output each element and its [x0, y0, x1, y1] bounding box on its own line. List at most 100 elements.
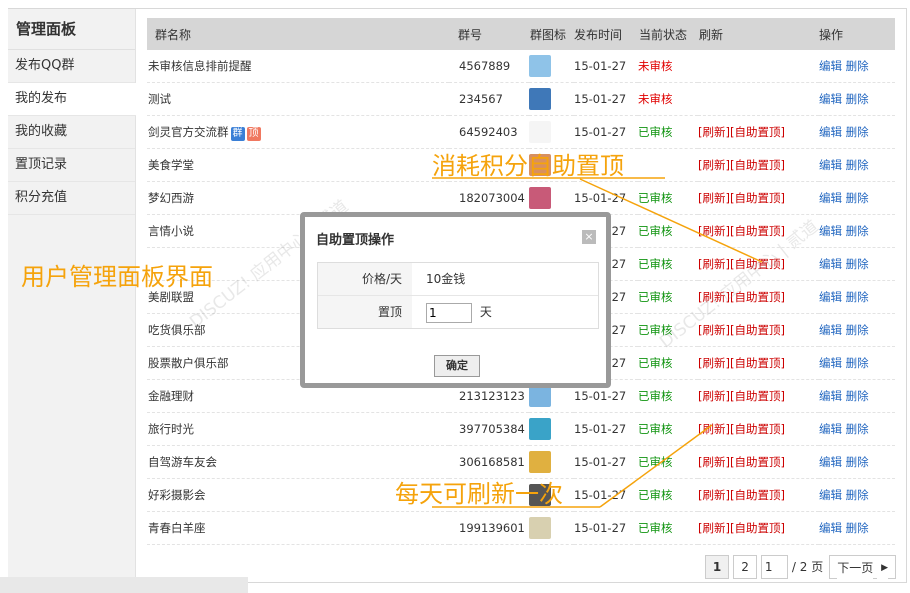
publish-date: 15-01-27: [574, 412, 638, 446]
bottom-bar: [0, 577, 248, 593]
delete-link[interactable]: 删除: [846, 323, 869, 337]
refresh-link[interactable]: [刷新]: [698, 422, 730, 436]
edit-link[interactable]: 编辑: [819, 356, 842, 370]
refresh-link[interactable]: [刷新]: [698, 191, 730, 205]
delete-link[interactable]: 删除: [846, 158, 869, 172]
edit-link[interactable]: 编辑: [819, 422, 842, 436]
edit-link[interactable]: 编辑: [819, 125, 842, 139]
group-name[interactable]: 旅行时光: [148, 422, 194, 436]
status-badge: 已审核: [638, 511, 698, 545]
delete-link[interactable]: 删除: [846, 59, 869, 73]
edit-link[interactable]: 编辑: [819, 257, 842, 271]
table-row: 剑灵官方交流群群顶 64592403 15-01-27 已审核 [刷新][自助置顶] 编辑…: [147, 115, 895, 149]
status-badge: 已审核: [638, 214, 698, 248]
self-top-link[interactable]: [自助置顶]: [730, 389, 785, 403]
callout-panel: 用户管理面板界面: [21, 263, 213, 291]
edit-link[interactable]: 编辑: [819, 92, 842, 106]
refresh-link[interactable]: [刷新]: [698, 125, 730, 139]
group-name[interactable]: 剑灵官方交流群: [148, 125, 229, 139]
page-1-button[interactable]: 1: [704, 555, 730, 579]
group-name[interactable]: 美食学堂: [148, 158, 194, 172]
edit-link[interactable]: 编辑: [819, 323, 842, 337]
edit-link[interactable]: 编辑: [819, 455, 842, 469]
edit-link[interactable]: 编辑: [819, 191, 842, 205]
col-header-refresh: 刷新: [698, 18, 819, 50]
group-name[interactable]: 好彩摄影会: [148, 488, 206, 502]
group-icon: [529, 517, 551, 539]
refresh-link[interactable]: [刷新]: [698, 224, 730, 238]
self-top-link[interactable]: [自助置顶]: [730, 158, 785, 172]
group-name[interactable]: 股票散户俱乐部: [148, 356, 229, 370]
price-row: 价格/天 10金钱: [318, 263, 598, 296]
delete-link[interactable]: 删除: [846, 389, 869, 403]
status-badge: 已审核: [638, 115, 698, 149]
edit-link[interactable]: 编辑: [819, 158, 842, 172]
edit-link[interactable]: 编辑: [819, 224, 842, 238]
edit-link[interactable]: 编辑: [819, 389, 842, 403]
days-input[interactable]: [426, 302, 472, 323]
delete-link[interactable]: 删除: [846, 488, 869, 502]
days-unit: 天: [479, 305, 492, 319]
group-name[interactable]: 未审核信息排前提醒: [148, 59, 252, 73]
sidebar-item-favorites[interactable]: 我的收藏: [8, 116, 135, 149]
publish-date: 15-01-27: [574, 50, 638, 83]
self-top-link[interactable]: [自助置顶]: [730, 191, 785, 205]
status-badge: 未审核: [638, 82, 698, 116]
page-2-button[interactable]: 2: [733, 555, 757, 579]
group-number: 234567: [449, 82, 529, 116]
self-top-link[interactable]: [自助置顶]: [730, 323, 785, 337]
edit-link[interactable]: 编辑: [819, 59, 842, 73]
group-name[interactable]: 言情小说: [148, 224, 194, 238]
edit-link[interactable]: 编辑: [819, 488, 842, 502]
group-name[interactable]: 自驾游车友会: [148, 455, 217, 469]
self-top-link[interactable]: [自助置顶]: [730, 488, 785, 502]
page-input[interactable]: 1: [760, 555, 788, 579]
confirm-button[interactable]: 确定: [434, 355, 480, 377]
group-name[interactable]: 青春白羊座: [148, 521, 206, 535]
refresh-link[interactable]: [刷新]: [698, 389, 730, 403]
status-badge: [638, 148, 698, 182]
status-badge: 已审核: [638, 445, 698, 479]
delete-link[interactable]: 删除: [846, 125, 869, 139]
sidebar-item-my-posts[interactable]: 我的发布: [8, 83, 136, 116]
delete-link[interactable]: 删除: [846, 191, 869, 205]
table-row: 旅行时光 397705384 15-01-27 已审核 [刷新][自助置顶] 编辑 删除: [147, 412, 895, 446]
publish-date: 15-01-27: [574, 181, 638, 215]
sidebar-item-top-records[interactable]: 置顶记录: [8, 149, 135, 182]
group-name[interactable]: 美剧联盟: [148, 290, 194, 304]
table-row: 未审核信息排前提醒 4567889 15-01-27 未审核 编辑 删除: [147, 50, 895, 83]
edit-link[interactable]: 编辑: [819, 290, 842, 304]
refresh-link[interactable]: [刷新]: [698, 356, 730, 370]
refresh-link[interactable]: [刷新]: [698, 257, 730, 271]
self-top-link[interactable]: [自助置顶]: [730, 422, 785, 436]
delete-link[interactable]: 删除: [846, 290, 869, 304]
next-page-button[interactable]: 下一页 ▶: [829, 555, 896, 579]
delete-link[interactable]: 删除: [846, 455, 869, 469]
group-name[interactable]: 金融理财: [148, 389, 194, 403]
self-top-link[interactable]: [自助置顶]: [730, 455, 785, 469]
group-name[interactable]: 梦幻西游: [148, 191, 194, 205]
self-top-link[interactable]: [自助置顶]: [730, 521, 785, 535]
refresh-link[interactable]: [刷新]: [698, 158, 730, 172]
refresh-link[interactable]: [刷新]: [698, 455, 730, 469]
refresh-link[interactable]: [刷新]: [698, 488, 730, 502]
delete-link[interactable]: 删除: [846, 521, 869, 535]
delete-link[interactable]: 删除: [846, 422, 869, 436]
delete-link[interactable]: 删除: [846, 92, 869, 106]
sidebar-item-recharge[interactable]: 积分充值: [8, 182, 135, 215]
close-icon[interactable]: ×: [582, 230, 596, 244]
page-total: / 2 页: [789, 556, 826, 578]
table-header: 群名称 群号 群图标 发布时间 当前状态 刷新 操作: [147, 18, 895, 50]
publish-date: 15-01-27: [574, 82, 638, 116]
edit-link[interactable]: 编辑: [819, 521, 842, 535]
delete-link[interactable]: 删除: [846, 356, 869, 370]
status-badge: 已审核: [638, 247, 698, 281]
self-top-link[interactable]: [自助置顶]: [730, 125, 785, 139]
top-tag-icon: 顶: [246, 126, 261, 141]
self-top-link[interactable]: [自助置顶]: [730, 356, 785, 370]
delete-link[interactable]: 删除: [846, 224, 869, 238]
sidebar-item-publish[interactable]: 发布QQ群: [8, 50, 135, 83]
group-name[interactable]: 测试: [148, 92, 171, 106]
delete-link[interactable]: 删除: [846, 257, 869, 271]
refresh-link[interactable]: [刷新]: [698, 521, 730, 535]
